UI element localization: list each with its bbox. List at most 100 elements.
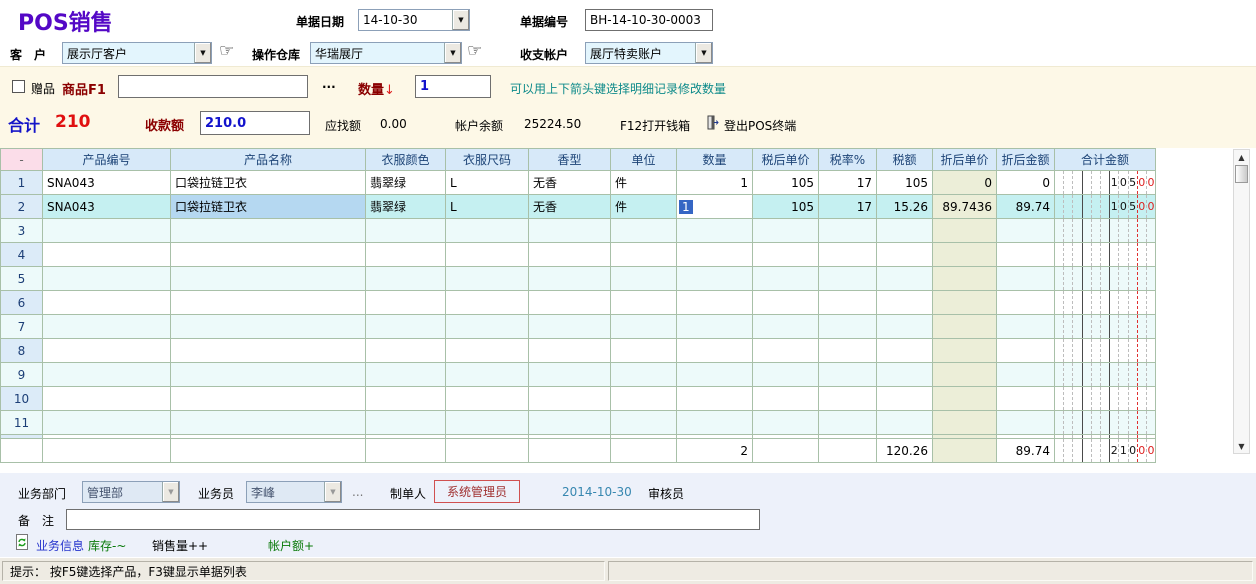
cell-empty[interactable] [171,339,366,363]
row-number[interactable]: 9 [1,363,43,387]
customer-lookup-pointer-icon[interactable]: ☞ [219,43,234,59]
cell-size[interactable]: L [446,171,529,195]
cell-disc-price[interactable]: 89.7436 [933,195,997,219]
cell-empty[interactable] [366,363,446,387]
row-number[interactable]: 5 [1,267,43,291]
logout-pos-label[interactable]: 登出POS终端 [724,117,796,134]
gift-checkbox[interactable] [12,80,25,93]
cell-code[interactable]: SNA043 [43,195,171,219]
row-number[interactable]: 6 [1,291,43,315]
cell-empty[interactable] [611,291,677,315]
scroll-down-icon[interactable]: ▼ [1234,439,1249,453]
cell-taxrate[interactable]: 17 [819,171,877,195]
cell-code[interactable]: SNA043 [43,171,171,195]
cell-empty[interactable] [933,219,997,243]
cell-unit[interactable]: 件 [611,171,677,195]
chevron-down-icon[interactable]: ▼ [452,10,469,30]
cell-empty[interactable] [366,387,446,411]
cell-empty[interactable] [753,267,819,291]
cell-empty[interactable] [529,339,611,363]
cell-empty[interactable] [933,315,997,339]
col-header-disc-price[interactable]: 折后单价 [933,149,997,171]
cell-empty[interactable] [611,315,677,339]
cell-empty[interactable] [529,387,611,411]
cell-empty[interactable] [366,243,446,267]
cell-empty[interactable] [171,243,366,267]
chevron-down-icon[interactable]: ▼ [695,43,712,63]
cell-empty[interactable] [171,315,366,339]
cell-empty[interactable] [43,339,171,363]
col-header-size[interactable]: 衣服尺码 [446,149,529,171]
col-header-name[interactable]: 产品名称 [171,149,366,171]
cell-empty[interactable] [171,219,366,243]
cell-disc-amount[interactable]: 0 [997,171,1055,195]
cell-empty[interactable] [877,411,933,435]
cell-empty[interactable] [366,315,446,339]
cell-empty[interactable] [171,291,366,315]
row-number[interactable]: 11 [1,411,43,435]
cell-empty[interactable] [677,435,753,438]
cell-empty[interactable] [611,243,677,267]
cell-empty[interactable] [611,411,677,435]
col-header-rownum[interactable]: - [1,149,43,171]
business-info-label[interactable]: 业务信息 [36,537,84,554]
cell-empty[interactable] [529,363,611,387]
cell-empty[interactable] [819,291,877,315]
cell-empty[interactable] [611,339,677,363]
cell-empty[interactable] [43,291,171,315]
cell-empty[interactable] [933,267,997,291]
warehouse-lookup-pointer-icon[interactable]: ☞ [467,43,482,59]
cell-color[interactable]: 翡翠绿 [366,171,446,195]
cell-empty[interactable] [529,435,611,438]
account-combobox[interactable]: 展厅特卖账户 ▼ [585,42,713,64]
cell-empty[interactable] [43,219,171,243]
cell-empty[interactable] [366,291,446,315]
cell-empty[interactable] [933,363,997,387]
cell-empty[interactable] [366,267,446,291]
cell-empty[interactable] [677,219,753,243]
col-header-tax[interactable]: 税额 [877,149,933,171]
cell-empty[interactable] [529,291,611,315]
cell-empty[interactable] [446,411,529,435]
cell-empty[interactable] [933,339,997,363]
cell-empty[interactable] [611,387,677,411]
cell-empty[interactable] [753,243,819,267]
cell-empty[interactable] [43,315,171,339]
row-number[interactable]: 4 [1,243,43,267]
cell-empty[interactable] [997,243,1055,267]
received-amount-input[interactable] [200,111,310,135]
cell-empty[interactable] [997,411,1055,435]
cell-empty[interactable] [753,219,819,243]
cell-empty[interactable] [446,219,529,243]
cell-empty[interactable] [877,315,933,339]
cell-empty[interactable] [446,291,529,315]
cell-empty[interactable] [819,243,877,267]
chevron-down-icon[interactable]: ▼ [194,43,211,63]
cell-empty[interactable] [819,363,877,387]
cell-empty[interactable] [677,267,753,291]
cell-empty[interactable] [366,339,446,363]
cell-empty[interactable] [997,363,1055,387]
cell-empty[interactable] [366,435,446,438]
cell-empty[interactable] [753,411,819,435]
cell-empty[interactable] [933,291,997,315]
cell-empty[interactable] [933,387,997,411]
cell-empty[interactable] [446,243,529,267]
cell-empty[interactable] [877,219,933,243]
cell-empty[interactable] [819,219,877,243]
cell-empty[interactable] [753,435,819,438]
row-number[interactable]: 1 [1,171,43,195]
cell-empty[interactable] [529,411,611,435]
cell-empty[interactable] [43,363,171,387]
cell-empty[interactable] [877,339,933,363]
cell-empty[interactable] [753,363,819,387]
chevron-down-icon[interactable]: ▼ [444,43,461,63]
cell-empty[interactable] [997,435,1055,438]
cell-empty[interactable] [933,243,997,267]
cell-empty[interactable] [446,363,529,387]
cell-empty[interactable] [677,243,753,267]
col-header-code[interactable]: 产品编号 [43,149,171,171]
cell-empty[interactable] [877,387,933,411]
cell-empty[interactable] [43,435,171,438]
open-drawer-label[interactable]: F12打开钱箱 [620,117,690,134]
